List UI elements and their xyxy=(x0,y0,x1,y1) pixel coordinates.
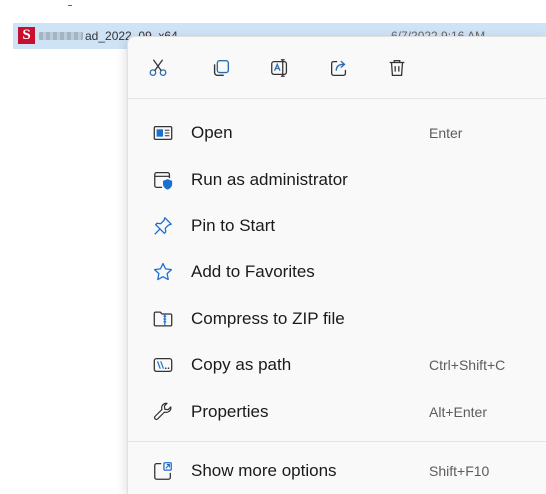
menu-item-pin-to-start[interactable]: Pin to Start xyxy=(128,206,546,246)
delete-button[interactable] xyxy=(382,54,412,82)
menu-item-copy-as-path[interactable]: Copy as path Ctrl+Shift+C xyxy=(128,345,546,385)
trash-icon xyxy=(389,60,405,76)
app-file-icon: S xyxy=(18,27,35,44)
top-mark xyxy=(68,5,72,6)
menu-item-label: Copy as path xyxy=(191,355,292,374)
wrench-icon xyxy=(152,401,174,423)
menu-item-shortcut: Enter xyxy=(429,125,463,141)
menu-item-label: Show more options xyxy=(191,461,337,480)
path-icon xyxy=(152,354,174,376)
more-options-icon xyxy=(152,460,174,482)
menu-item-shortcut: Alt+Enter xyxy=(429,404,487,420)
pin-icon xyxy=(152,215,174,237)
menu-item-compress-to-zip[interactable]: Compress to ZIP file xyxy=(128,299,546,339)
menu-item-label: Add to Favorites xyxy=(191,262,315,281)
menu-item-label: Run as administrator xyxy=(191,170,348,189)
menu-divider xyxy=(128,441,546,442)
menu-divider xyxy=(128,98,546,99)
rename-icon xyxy=(271,59,288,77)
blurred-filename xyxy=(39,32,83,40)
menu-item-open[interactable]: Open Enter xyxy=(128,113,546,153)
rename-button[interactable] xyxy=(265,54,295,82)
menu-item-label: Open xyxy=(191,123,233,142)
share-button[interactable] xyxy=(324,54,354,82)
share-icon xyxy=(331,60,347,76)
menu-item-label: Pin to Start xyxy=(191,216,276,235)
star-icon xyxy=(152,261,174,283)
scissors-icon xyxy=(149,59,167,76)
menu-item-run-as-administrator[interactable]: Run as administrator xyxy=(128,160,546,200)
cut-button[interactable] xyxy=(143,54,173,82)
copy-button[interactable] xyxy=(206,54,236,82)
open-window-icon xyxy=(152,122,174,144)
menu-item-shortcut: Ctrl+Shift+C xyxy=(429,357,506,373)
copy-icon xyxy=(213,59,230,77)
menu-item-shortcut: Shift+F10 xyxy=(429,463,490,479)
menu-item-properties[interactable]: Properties Alt+Enter xyxy=(128,392,546,432)
menu-item-label: Compress to ZIP file xyxy=(191,309,345,328)
shield-window-icon xyxy=(152,169,174,191)
context-menu: Open Enter Run as administrator Pin to S… xyxy=(127,36,546,494)
menu-item-label: Properties xyxy=(191,402,269,421)
quick-actions-bar xyxy=(128,37,546,97)
menu-item-add-to-favorites[interactable]: Add to Favorites xyxy=(128,252,546,292)
menu-item-show-more-options[interactable]: Show more options Shift+F10 xyxy=(128,451,546,491)
zip-folder-icon xyxy=(152,308,174,330)
